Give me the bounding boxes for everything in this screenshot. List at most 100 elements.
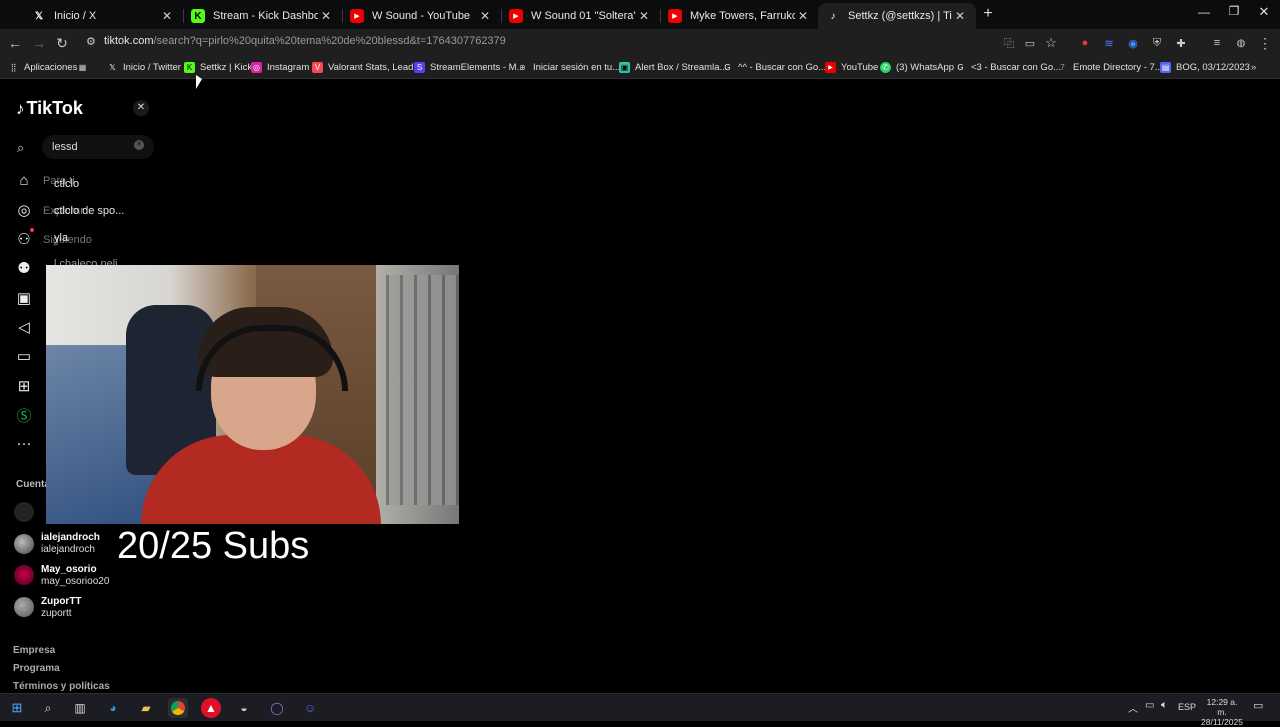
extension-wave-icon[interactable]: ≋: [1099, 33, 1119, 53]
search-suggestion[interactable]: yla: [54, 232, 68, 244]
media-controls-icon[interactable]: ≡: [1207, 33, 1227, 53]
tab-w-sound[interactable]: ▶ W Sound - YouTube ✕: [336, 3, 501, 29]
footer-link[interactable]: Programa: [13, 663, 60, 674]
edge-icon[interactable]: ◕: [103, 698, 123, 718]
reload-icon[interactable]: ↻: [52, 33, 72, 53]
cast-icon[interactable]: ▭: [1020, 33, 1040, 53]
bookmark-kick[interactable]: K Settkz | Kick: [184, 59, 252, 75]
minimize-icon[interactable]: —: [1196, 5, 1212, 19]
extension-red-icon[interactable]: ●: [1075, 33, 1095, 53]
close-icon[interactable]: ✕: [795, 9, 811, 23]
tab-myke-towers[interactable]: ▶ Myke Towers, Farruko, Arcangel ✕: [654, 3, 819, 29]
network-icon[interactable]: ▭: [1145, 700, 1154, 711]
extension-blue-icon[interactable]: ◉: [1123, 33, 1143, 53]
bookmark-star-icon[interactable]: ☆: [1041, 33, 1061, 53]
close-icon[interactable]: ✕: [318, 9, 334, 23]
windows-start-icon[interactable]: ⊞: [7, 698, 27, 718]
upload-icon[interactable]: ⊞: [15, 377, 33, 395]
account-name[interactable]: May_osorio: [41, 564, 97, 575]
language-indicator[interactable]: ESP: [1178, 702, 1196, 712]
volume-icon[interactable]: 🔈︎: [1161, 699, 1168, 712]
close-icon[interactable]: ✕: [952, 9, 968, 23]
account-name[interactable]: ialejandroch: [41, 532, 100, 543]
notification-dot: [30, 228, 34, 232]
clock[interactable]: 12:29 a. m. 28/11/2025: [1201, 697, 1243, 727]
tiktok-icon: ♪: [16, 98, 25, 118]
tray-overflow-icon[interactable]: ︿: [1128, 700, 1138, 715]
bookmark-valorant[interactable]: V Valorant Stats, Lead...: [312, 59, 421, 75]
accounts-header: Cuenta: [16, 479, 50, 490]
close-search-icon[interactable]: ✕: [133, 100, 149, 116]
kebab-menu-icon[interactable]: ⋮: [1255, 33, 1275, 53]
avatar[interactable]: [14, 534, 34, 554]
youtube-icon: ▶: [668, 9, 682, 23]
bookmark-youtube[interactable]: ▶ YouTube: [825, 59, 878, 75]
address-bar[interactable]: ⚙ tiktok.com/search?q=pirlo%20quita%20te…: [79, 30, 1079, 54]
extensions-puzzle-icon[interactable]: ✚: [1171, 33, 1191, 53]
tab-x[interactable]: 𝕏 Inicio / X ✕: [18, 3, 183, 29]
friends-icon[interactable]: ⚉: [15, 259, 33, 277]
back-arrow-icon[interactable]: ←: [5, 33, 25, 53]
home-icon[interactable]: ⌂: [15, 171, 33, 189]
footer-link[interactable]: Términos y políticas: [13, 681, 110, 692]
bookmark-alert-box[interactable]: ▣ Alert Box / Streamla...: [619, 59, 727, 75]
close-icon[interactable]: ✕: [636, 9, 652, 23]
activity-icon[interactable]: ▭: [15, 347, 33, 365]
search-suggestion[interactable]: ctlclo: [54, 178, 79, 190]
instagram-icon: ◎: [251, 61, 262, 73]
tab-kick-dashboard[interactable]: K Stream - Kick Dashboard ✕: [177, 3, 342, 29]
chrome-icon[interactable]: [168, 698, 188, 718]
window-close-icon[interactable]: ✕: [1256, 4, 1272, 20]
close-icon[interactable]: ✕: [159, 9, 175, 23]
profile-avatar-icon[interactable]: Ⓢ: [15, 406, 33, 425]
close-icon[interactable]: ✕: [477, 9, 493, 23]
app-purple-icon[interactable]: ◯: [267, 698, 287, 718]
tiktok-logo[interactable]: ♪ TikTok: [16, 98, 83, 119]
youtube-icon: ▶: [825, 61, 836, 73]
notifications-icon[interactable]: ▭: [1253, 699, 1263, 712]
task-view-icon[interactable]: ▥: [70, 698, 90, 718]
search-icon[interactable]: ⌕: [38, 698, 58, 718]
bookmark-tab-groups[interactable]: ▦: [77, 59, 93, 75]
obs-icon[interactable]: ◒: [234, 698, 254, 718]
bookmark-iniciar-sesion[interactable]: ⊕ Iniciar sesión en tu...: [517, 59, 620, 75]
app-red-icon[interactable]: ▲: [201, 698, 221, 718]
bookmark-google-search-2[interactable]: G <3 - Buscar con Go...: [955, 59, 1061, 75]
avatar[interactable]: [14, 597, 34, 617]
compass-icon[interactable]: ◎: [15, 201, 33, 219]
bookmark-google-search[interactable]: G ^^ - Buscar con Go...: [722, 59, 826, 75]
live-icon[interactable]: ▣: [15, 289, 33, 307]
search-input[interactable]: lessd ✕: [42, 135, 154, 159]
whatsapp-icon: ✆: [880, 61, 891, 73]
forward-arrow-icon[interactable]: →: [29, 33, 49, 53]
bookmarks-overflow-icon[interactable]: »: [1251, 59, 1256, 75]
more-dots-icon[interactable]: ···: [15, 434, 33, 452]
bookmark-streamelements[interactable]: S StreamElements - M...: [414, 59, 525, 75]
bookmark-emote-directory[interactable]: 7 Emote Directory - 7...: [1057, 59, 1162, 75]
clear-search-icon[interactable]: ✕: [134, 140, 144, 150]
file-explorer-icon[interactable]: ▰: [136, 698, 156, 718]
following-icon[interactable]: ⚇: [15, 230, 33, 248]
avatar[interactable]: [14, 565, 34, 585]
profile-icon[interactable]: ◍: [1231, 33, 1251, 53]
bookmark-instagram[interactable]: ◎ Instagram: [251, 59, 309, 75]
bookmark-bog[interactable]: ▤ BOG, 03/12/2023: [1160, 59, 1250, 75]
site-info-icon[interactable]: ⚙: [86, 35, 96, 48]
footer-link[interactable]: Empresa: [13, 645, 55, 656]
new-tab-plus-icon[interactable]: +: [980, 5, 996, 23]
bookmark-twitter[interactable]: 𝕏 Inicio / Twitter: [107, 59, 181, 75]
streamelements-icon: S: [414, 61, 425, 73]
bookmark-whatsapp[interactable]: ✆ (3) WhatsApp: [880, 59, 954, 75]
tab-w-sound-01[interactable]: ▶ W Sound 01 "Soltera" - Blessd, ✕: [495, 3, 660, 29]
bookmark-apps[interactable]: ⣿ Aplicaciones: [8, 59, 78, 75]
messages-icon[interactable]: ◁: [15, 318, 33, 336]
restore-icon[interactable]: ❐: [1226, 4, 1242, 18]
discord-icon[interactable]: ☺: [300, 698, 320, 718]
translate-icon[interactable]: ⿻: [999, 33, 1019, 53]
avatar[interactable]: [14, 502, 34, 522]
account-handle: ialejandroch: [41, 544, 95, 555]
tab-tiktok-active[interactable]: ♪ Settkz (@settkzs) | TikTok ✕: [818, 3, 976, 29]
extension-shield-icon[interactable]: ⛨: [1147, 33, 1167, 53]
search-suggestion[interactable]: ctlclo de spo...: [54, 205, 124, 217]
account-name[interactable]: ZuporTT: [41, 596, 82, 607]
